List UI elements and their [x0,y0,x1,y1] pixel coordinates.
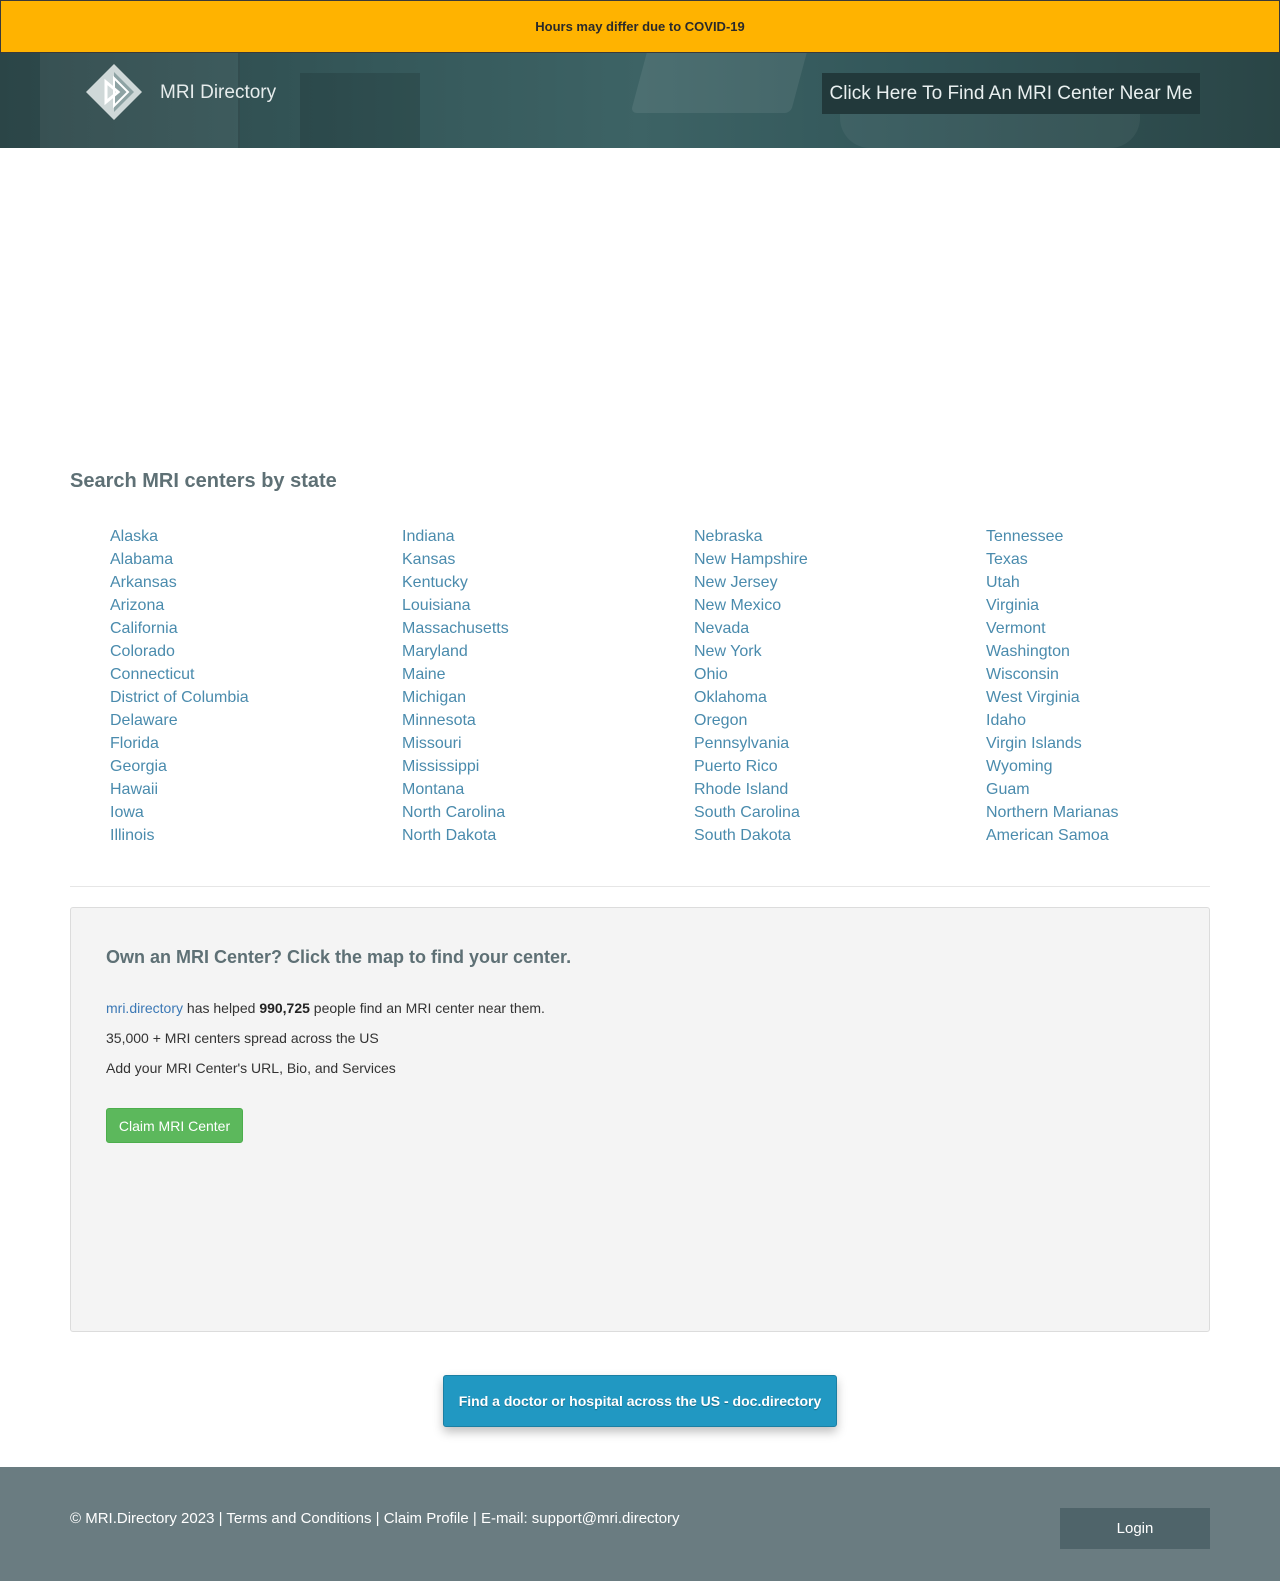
mri-directory-link[interactable]: mri.directory [106,1000,183,1016]
state-link[interactable]: Washington [986,640,1210,663]
state-link[interactable]: Indiana [402,525,694,548]
state-link[interactable]: Idaho [986,709,1210,732]
brand-name[interactable]: MRI Directory [160,82,276,104]
site-footer: © MRI.Directory 2023 | Terms and Conditi… [0,1467,1280,1581]
doc-directory-button[interactable]: Find a doctor or hospital across the US … [443,1375,837,1427]
state-link[interactable]: California [110,617,402,640]
state-link[interactable]: Northern Marianas [986,801,1210,824]
state-link[interactable]: New Jersey [694,571,986,594]
state-link[interactable]: Florida [110,732,402,755]
state-link[interactable]: Delaware [110,709,402,732]
state-link[interactable]: American Samoa [986,824,1210,847]
states-column: Alaska Alabama Arkansas Arizona California Co… [110,525,402,847]
helped-count-text: mri.directory has helped 990,725 people … [106,1000,545,1016]
diamond-logo-icon[interactable] [84,62,144,122]
state-link[interactable]: Arkansas [110,571,402,594]
centers-count-text: 35,000 + MRI centers spread across the U… [106,1030,379,1046]
covid-banner: Hours may differ due to COVID-19 [0,0,1280,53]
state-link[interactable]: New Hampshire [694,548,986,571]
state-link[interactable]: Nebraska [694,525,986,548]
login-button[interactable]: Login [1060,1508,1210,1549]
site-header: MRI Directory Click Here To Find An MRI … [0,53,1280,148]
state-link[interactable]: Hawaii [110,778,402,801]
header-background-shape [630,53,810,113]
states-column: Nebraska New Hampshire New Jersey New Mexic… [694,525,986,847]
state-link[interactable]: Rhode Island [694,778,986,801]
state-link[interactable]: Alaska [110,525,402,548]
helped-count: 990,725 [259,1000,310,1016]
state-link[interactable]: Pennsylvania [694,732,986,755]
claim-panel-title: Own an MRI Center? Click the map to find… [106,947,572,967]
states-column: Indiana Kansas Kentucky Louisiana Massachuse… [402,525,694,847]
state-link[interactable]: South Carolina [694,801,986,824]
state-link[interactable]: Colorado [110,640,402,663]
state-link[interactable]: Nevada [694,617,986,640]
state-link[interactable]: Puerto Rico [694,755,986,778]
state-link[interactable]: Virginia [986,594,1210,617]
state-link[interactable]: Michigan [402,686,694,709]
state-link[interactable]: Arizona [110,594,402,617]
state-link[interactable]: Wisconsin [986,663,1210,686]
states-section-title: Search MRI centers by state [70,470,337,492]
state-link[interactable]: Tennessee [986,525,1210,548]
state-link[interactable]: Georgia [110,755,402,778]
state-link[interactable]: Missouri [402,732,694,755]
find-mri-center-button[interactable]: Click Here To Find An MRI Center Near Me [822,73,1200,114]
state-link[interactable]: Kansas [402,548,694,571]
state-link[interactable]: West Virginia [986,686,1210,709]
state-link[interactable]: Minnesota [402,709,694,732]
divider [70,886,1210,887]
state-link[interactable]: Wyoming [986,755,1210,778]
state-link[interactable]: Guam [986,778,1210,801]
claim-mri-center-button[interactable]: Claim MRI Center [106,1108,243,1143]
state-link[interactable]: North Dakota [402,824,694,847]
claim-center-panel: Own an MRI Center? Click the map to find… [70,907,1210,1332]
state-link[interactable]: District of Columbia [110,686,402,709]
state-link[interactable]: Louisiana [402,594,694,617]
states-column: Tennessee Texas Utah Virginia Vermont Washing… [986,525,1210,847]
state-link[interactable]: Vermont [986,617,1210,640]
state-link[interactable]: South Dakota [694,824,986,847]
state-link[interactable]: Oklahoma [694,686,986,709]
states-list: Alaska Alabama Arkansas Arizona California Co… [110,525,1210,847]
state-link[interactable]: Connecticut [110,663,402,686]
state-link[interactable]: Texas [986,548,1210,571]
state-link[interactable]: Maryland [402,640,694,663]
helped-text-post: people find an MRI center near them. [309,1000,545,1016]
covid-banner-text: Hours may differ due to COVID-19 [535,19,745,34]
state-link[interactable]: Virgin Islands [986,732,1210,755]
state-link[interactable]: Kentucky [402,571,694,594]
state-link[interactable]: Massachusetts [402,617,694,640]
state-link[interactable]: Maine [402,663,694,686]
state-link[interactable]: New York [694,640,986,663]
state-link[interactable]: Mississippi [402,755,694,778]
state-link[interactable]: Utah [986,571,1210,594]
state-link[interactable]: Illinois [110,824,402,847]
add-info-text: Add your MRI Center's URL, Bio, and Serv… [106,1060,396,1076]
state-link[interactable]: Ohio [694,663,986,686]
helped-text-pre: has helped [183,1000,260,1016]
footer-text[interactable]: © MRI.Directory 2023 | Terms and Conditi… [70,1510,680,1527]
state-link[interactable]: Alabama [110,548,402,571]
header-background-shape [300,73,420,148]
state-link[interactable]: Montana [402,778,694,801]
state-link[interactable]: North Carolina [402,801,694,824]
state-link[interactable]: Oregon [694,709,986,732]
state-link[interactable]: Iowa [110,801,402,824]
state-link[interactable]: New Mexico [694,594,986,617]
